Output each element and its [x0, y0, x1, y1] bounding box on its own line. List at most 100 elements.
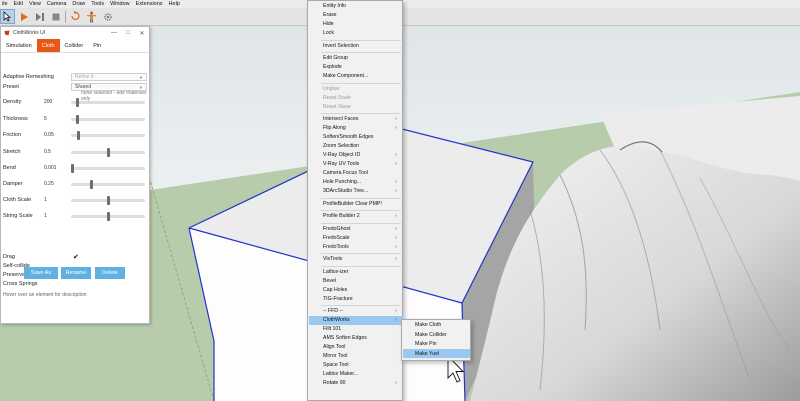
- options-button[interactable]: [101, 10, 114, 23]
- menu-item-entity-info[interactable]: Entity Info: [323, 2, 346, 10]
- menu-item-lock[interactable]: Lock: [323, 29, 334, 37]
- submenu-item-make-collider[interactable]: Make Collider: [415, 331, 447, 339]
- menu-item-fredoscale[interactable]: FredoScale: [323, 234, 350, 242]
- submenu-item-make-yuel[interactable]: Make Yuel: [415, 350, 439, 358]
- tab-simulation[interactable]: Simulation: [1, 39, 37, 52]
- menu-item-lattice-maker[interactable]: Lattice Maker...: [323, 370, 358, 378]
- menu-item-profile-builder-2[interactable]: Profile Builder 2: [323, 212, 360, 220]
- menubar-item-view[interactable]: View: [29, 1, 41, 7]
- slider-handle[interactable]: [90, 180, 94, 189]
- menu-item-ffd[interactable]: -- FFD --: [323, 307, 343, 315]
- menu-item-3darcstudio-tree[interactable]: 3DArcStudio Tree...: [323, 187, 368, 195]
- menu-item-explode[interactable]: Explode: [323, 63, 342, 71]
- menubar-item-camera[interactable]: Camera: [47, 1, 67, 7]
- menu-item-hide[interactable]: Hide: [323, 20, 334, 28]
- menubar-item-help[interactable]: Help: [169, 1, 180, 7]
- menu-item-camera-focus-tool[interactable]: Camera Focus Tool: [323, 169, 368, 177]
- friction-input[interactable]: 0.05: [43, 131, 67, 139]
- clothworks-panel: ClothWorks UI — □ ✕ Simulation Cloth Colli…: [0, 26, 150, 324]
- slider-handle[interactable]: [71, 164, 74, 173]
- close-icon[interactable]: ✕: [135, 30, 149, 37]
- menu-item-soften-smooth-edges[interactable]: Soften/Smooth Edges: [323, 133, 373, 141]
- string-scale-label: String Scale: [3, 213, 33, 219]
- play-simulation-button[interactable]: [17, 10, 30, 23]
- menu-item-space-tool[interactable]: Space Tool: [323, 361, 349, 369]
- menu-item-edit-group[interactable]: Edit Group: [323, 54, 348, 62]
- tab-collider[interactable]: Collider: [60, 39, 89, 52]
- menu-item-cap-holes[interactable]: Cap Holes: [323, 286, 347, 294]
- string-scale-slider[interactable]: [71, 212, 145, 221]
- tab-pin[interactable]: Pin: [88, 39, 106, 52]
- step-button[interactable]: [33, 10, 46, 23]
- menu-item-hole-punching[interactable]: Hole Punching...: [323, 178, 361, 186]
- slider-handle[interactable]: [106, 196, 110, 205]
- menu-item-invert-selection[interactable]: Invert Selection: [323, 42, 359, 50]
- menubar-item-extensions[interactable]: Extensions: [136, 1, 163, 7]
- menu-item-intersect-faces[interactable]: Intersect Faces: [323, 115, 358, 123]
- menu-separator: [321, 52, 401, 53]
- minimize-icon[interactable]: —: [107, 30, 121, 36]
- menu-item-tig-fracture[interactable]: TIG-Fracture: [323, 295, 353, 303]
- stretch-slider[interactable]: [71, 148, 145, 157]
- string-scale-input[interactable]: 1: [43, 212, 67, 220]
- preset-label: Preset: [3, 84, 19, 90]
- menu-item-fillt-101[interactable]: Fillt 101: [323, 325, 341, 333]
- thickness-slider[interactable]: [71, 115, 145, 124]
- submenu-item-make-cloth[interactable]: Make Cloth: [415, 321, 441, 329]
- menu-item-profilebuilder-clear-pmp[interactable]: ProfileBuilder Clear PMP!: [323, 200, 382, 208]
- slider-handle[interactable]: [106, 148, 110, 157]
- menu-item-ams-soften-edges[interactable]: AMS Soften Edges: [323, 334, 367, 342]
- damper-input[interactable]: 0.25: [43, 180, 67, 188]
- delete-button[interactable]: Delete: [95, 267, 125, 279]
- damper-slider[interactable]: [71, 180, 145, 189]
- slider-handle[interactable]: [77, 131, 81, 140]
- menu-item-mirror-tool[interactable]: Mirror Tool: [323, 352, 347, 360]
- menu-item-flip-along[interactable]: Flip Along: [323, 124, 346, 132]
- stop-button[interactable]: [49, 10, 62, 23]
- cloth-scale-slider[interactable]: [71, 196, 145, 205]
- menu-item-align-tool[interactable]: Align Tool: [323, 343, 345, 351]
- friction-slider[interactable]: [71, 131, 145, 140]
- menu-item-clothworks[interactable]: ClothWorks: [323, 316, 350, 324]
- tab-cloth[interactable]: Cloth: [36, 39, 60, 52]
- reset-button[interactable]: [69, 10, 82, 23]
- menubar-item-tools[interactable]: Tools: [91, 1, 104, 7]
- menubar-item-edit[interactable]: Edit: [14, 1, 23, 7]
- thickness-input[interactable]: 5: [43, 115, 67, 123]
- menu-item-zoom-selection[interactable]: Zoom Selection: [323, 142, 359, 150]
- slider-handle[interactable]: [75, 115, 79, 124]
- density-input[interactable]: 200: [43, 98, 67, 106]
- menubar-item-ile[interactable]: ile: [2, 1, 8, 7]
- save-as-button[interactable]: Save As: [24, 267, 58, 279]
- cloth-scale-input[interactable]: 1: [43, 196, 67, 204]
- menu-item-erase[interactable]: Erase: [323, 11, 337, 19]
- menu-item-fredotools[interactable]: FredoTools: [323, 243, 349, 251]
- menu-item-fredoghost[interactable]: FredoGhost: [323, 225, 350, 233]
- menu-item-bevel[interactable]: Bevel: [323, 277, 336, 285]
- menu-item-vistools[interactable]: VisTools: [323, 255, 342, 263]
- density-slider[interactable]: [71, 98, 145, 107]
- maximize-icon[interactable]: □: [121, 30, 135, 36]
- bend-input[interactable]: 0.001: [43, 164, 67, 172]
- adaptive-remeshing-row: Adaptive Remeshing Refine 6 ▼: [1, 72, 151, 82]
- cloth-figure-button[interactable]: [85, 10, 98, 23]
- menu-item-make-component[interactable]: Make Component...: [323, 72, 368, 80]
- slider-handle[interactable]: [106, 212, 110, 221]
- slider-handle[interactable]: [75, 98, 79, 107]
- rename-button[interactable]: Rename: [61, 267, 91, 279]
- menu-item-v-ray-object-id[interactable]: V-Ray Object ID: [323, 151, 360, 159]
- preset-dropdown[interactable]: Shared ▼: [71, 83, 147, 91]
- adaptive-remeshing-dropdown[interactable]: Refine 6 ▼: [71, 73, 147, 81]
- drag-checkbox[interactable]: ✔: [73, 253, 79, 261]
- submenu-item-make-pin[interactable]: Make Pin: [415, 340, 437, 348]
- stretch-input[interactable]: 0.5: [43, 148, 67, 156]
- menubar-item-window[interactable]: Window: [110, 1, 130, 7]
- cross-springs-row: Cross Springs: [1, 279, 151, 289]
- menubar-item-draw[interactable]: Draw: [72, 1, 85, 7]
- menu-item-v-ray-uv-tools[interactable]: V-Ray UV Tools: [323, 160, 359, 168]
- bend-slider[interactable]: [71, 164, 145, 173]
- menu-item-lattice-izer[interactable]: Lattice-izer: [323, 268, 348, 276]
- menu-item-rotate-90[interactable]: Rotate 90: [323, 379, 346, 387]
- select-tool-button[interactable]: [0, 9, 15, 24]
- chevron-right-icon: ›: [395, 243, 397, 250]
